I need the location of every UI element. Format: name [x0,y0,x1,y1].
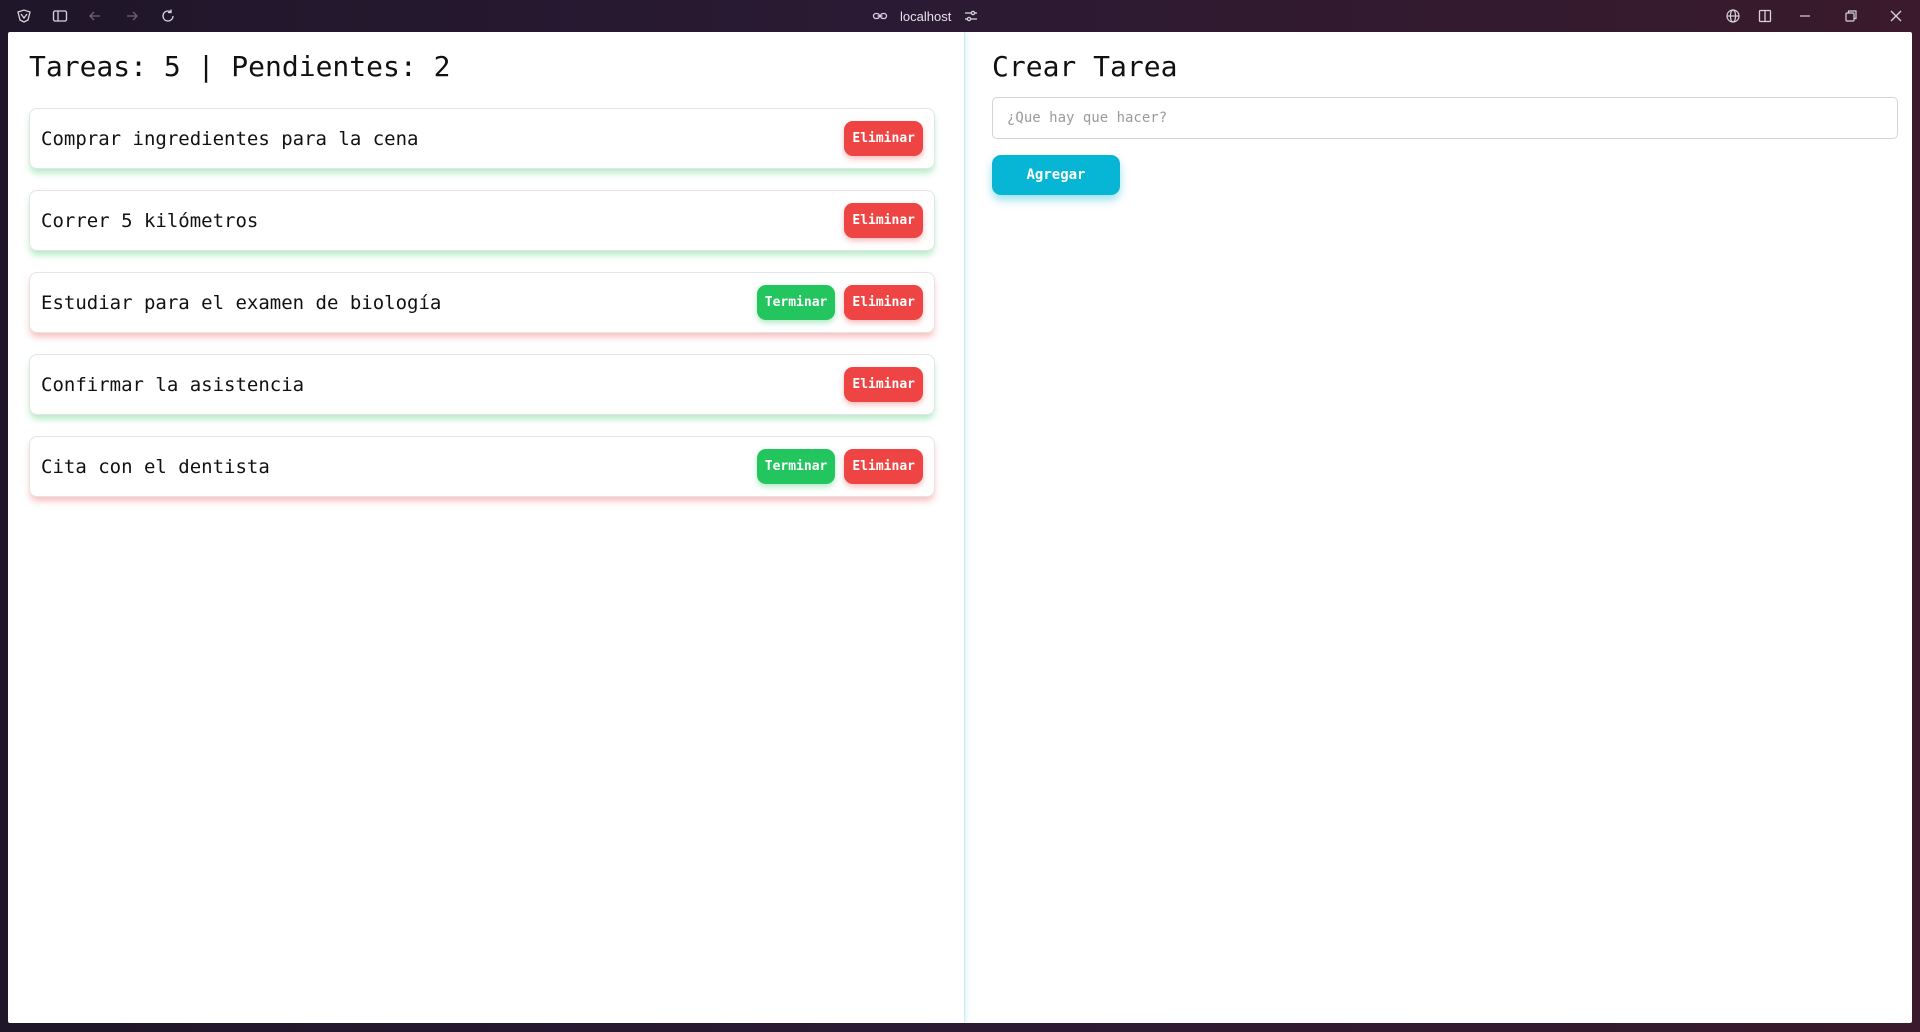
task-card: Confirmar la asistencia Eliminar [29,354,935,415]
task-actions: Eliminar [844,203,923,238]
task-text: Comprar ingredientes para la cena [41,127,419,150]
task-actions: Terminar Eliminar [756,285,923,320]
browser-logo-icon[interactable] [16,8,32,24]
task-card: Estudiar para el examen de biología Term… [29,272,935,333]
task-list: Comprar ingredientes para la cena Elimin… [29,108,935,518]
task-text: Confirmar la asistencia [41,373,305,396]
task-actions: Terminar Eliminar [756,449,923,484]
task-text: Cita con el dentista [41,455,270,478]
reload-icon[interactable] [160,8,176,24]
delete-button[interactable]: Eliminar [844,285,923,320]
task-actions: Eliminar [844,367,923,402]
sidebar-toggle-icon[interactable] [52,8,68,24]
page-content: Tareas: 5 | Pendientes: 2 Comprar ingred… [8,32,1912,1023]
split-view-icon[interactable] [1757,8,1773,24]
add-button[interactable]: Agregar [992,155,1120,195]
address-bar[interactable]: localhost [872,6,979,26]
create-task-panel: Crear Tarea Agregar [965,32,1912,1023]
browser-title-bar: localhost [0,0,1920,32]
link-icon [872,8,888,24]
address-text[interactable]: localhost [900,9,951,24]
task-card: Correr 5 kilómetros Eliminar [29,190,935,251]
finish-button[interactable]: Terminar [756,449,836,484]
task-card: Cita con el dentista Terminar Eliminar [29,436,935,497]
task-counter-heading: Tareas: 5 | Pendientes: 2 [29,50,451,83]
globe-icon[interactable] [1725,8,1741,24]
close-icon[interactable] [1888,8,1904,24]
task-card: Comprar ingredientes para la cena Elimin… [29,108,935,169]
finish-button[interactable]: Terminar [756,285,836,320]
task-actions: Eliminar [844,121,923,156]
task-input[interactable] [992,97,1898,139]
delete-button[interactable]: Eliminar [844,121,923,156]
task-text: Estudiar para el examen de biología [41,291,442,314]
sliders-icon[interactable] [963,8,979,24]
delete-button[interactable]: Eliminar [844,203,923,238]
restore-icon[interactable] [1843,8,1859,24]
minimize-icon[interactable] [1797,8,1813,24]
create-task-heading: Crear Tarea [992,50,1178,83]
arrow-left-icon[interactable] [87,8,103,24]
delete-button[interactable]: Eliminar [844,367,923,402]
task-list-panel: Tareas: 5 | Pendientes: 2 Comprar ingred… [8,32,965,1023]
delete-button[interactable]: Eliminar [844,449,923,484]
arrow-right-icon[interactable] [124,8,140,24]
task-text: Correr 5 kilómetros [41,209,259,232]
